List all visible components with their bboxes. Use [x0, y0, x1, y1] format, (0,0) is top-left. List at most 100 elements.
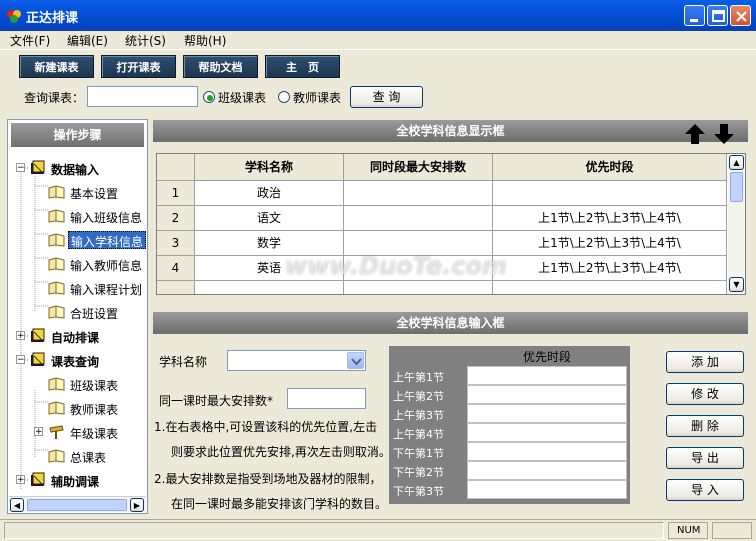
table-row-partial: [157, 281, 727, 294]
period-row[interactable]: 下午第2节: [389, 461, 630, 480]
tree-group-assist-adjust[interactable]: + 辅助调课: [8, 469, 147, 491]
tree-group-label: 数据输入: [51, 163, 100, 177]
open-book-icon: [48, 305, 65, 319]
period-cell[interactable]: [467, 442, 627, 461]
tree-group-label: 课表查询: [51, 355, 100, 369]
cell-preferred[interactable]: 上1节\上2节\上3节\上4节\: [493, 231, 727, 256]
note-line: 1.在右表格中,可设置该科的优先位置,左击: [154, 420, 378, 434]
row-number: 4: [157, 256, 195, 281]
tree-item-merge-class[interactable]: 合班设置: [8, 301, 147, 323]
add-button[interactable]: 添 加: [666, 351, 744, 373]
period-cell[interactable]: [467, 404, 627, 423]
period-row[interactable]: 上午第2节: [389, 385, 630, 404]
tree-item-subject-info[interactable]: 输入学科信息: [8, 229, 147, 251]
open-book-icon: [48, 233, 65, 247]
cell-max[interactable]: [344, 206, 493, 231]
period-row[interactable]: 上午第1节: [389, 366, 630, 385]
query-button[interactable]: 查 询: [350, 86, 423, 108]
pen-icon: [49, 425, 64, 439]
subject-name-select[interactable]: [227, 350, 366, 371]
row-number: 1: [157, 181, 195, 206]
sidebar-horizontal-scrollbar[interactable]: ◀ ▶: [9, 496, 146, 512]
tree-item-label: 输入教师信息: [70, 259, 143, 273]
move-down-icon[interactable]: [712, 123, 736, 145]
tree-item-label: 总课表: [70, 451, 107, 465]
collapse-icon[interactable]: −: [16, 355, 25, 365]
cell-preferred[interactable]: [493, 181, 727, 206]
close-button[interactable]: [730, 5, 751, 26]
cell-max[interactable]: [344, 181, 493, 206]
period-cell[interactable]: [467, 423, 627, 442]
scroll-right-icon[interactable]: ▶: [130, 498, 144, 512]
cell-preferred[interactable]: 上1节\上2节\上3节\上4节\: [493, 206, 727, 231]
tree-group-auto-schedule[interactable]: + 自动排课: [8, 325, 147, 347]
tree-item-label: 班级课表: [70, 379, 119, 393]
import-button[interactable]: 导 入: [666, 479, 744, 501]
scroll-thumb[interactable]: [27, 499, 127, 511]
expand-icon[interactable]: +: [34, 427, 43, 437]
scroll-up-icon[interactable]: ▲: [729, 155, 744, 170]
help-docs-button[interactable]: 帮助文档: [183, 55, 258, 78]
open-timetable-button[interactable]: 打开课表: [101, 55, 176, 78]
max-count-input[interactable]: [287, 388, 366, 409]
period-row[interactable]: 下午第1节: [389, 442, 630, 461]
scroll-thumb[interactable]: [730, 172, 743, 202]
period-cell[interactable]: [467, 461, 627, 480]
book-icon: [31, 160, 45, 174]
period-label: 上午第1节: [393, 371, 444, 384]
minimize-button[interactable]: [684, 5, 705, 26]
search-input[interactable]: [87, 86, 198, 107]
tree-item-grade-timetable[interactable]: + 年级课表: [8, 421, 147, 443]
delete-button[interactable]: 删 除: [666, 415, 744, 437]
menu-bar: 文件(F) 编辑(E) 统计(S) 帮助(H): [0, 31, 756, 49]
edit-button[interactable]: 修 改: [666, 383, 744, 405]
tree-item-label: 输入班级信息: [70, 211, 143, 225]
open-book-icon: [48, 185, 65, 199]
scroll-left-icon[interactable]: ◀: [10, 498, 24, 512]
new-timetable-button[interactable]: 新建课表: [19, 55, 94, 78]
period-row[interactable]: 下午第3节: [389, 480, 630, 499]
cell-subject[interactable]: 语文: [195, 206, 344, 231]
tree-item-teacher-info[interactable]: 输入教师信息: [8, 253, 147, 275]
expand-icon[interactable]: +: [16, 475, 25, 485]
menu-help[interactable]: 帮助(H): [184, 32, 226, 49]
home-button[interactable]: 主 页: [265, 55, 340, 78]
table-row[interactable]: 1 政治: [157, 181, 727, 206]
cell-preferred[interactable]: 上1节\上2节\上3节\上4节\: [493, 256, 727, 281]
tree-item-teacher-timetable[interactable]: 教师课表: [8, 397, 147, 419]
period-row[interactable]: 上午第3节: [389, 404, 630, 423]
expand-icon[interactable]: +: [16, 331, 25, 341]
menu-file[interactable]: 文件(F): [10, 32, 50, 49]
menu-edit[interactable]: 编辑(E): [67, 32, 108, 49]
chevron-down-icon[interactable]: [347, 352, 364, 369]
period-label: 上午第4节: [393, 428, 444, 441]
move-up-icon[interactable]: [683, 123, 707, 145]
menu-statistics[interactable]: 统计(S): [125, 32, 166, 49]
tree-group-data-input[interactable]: − 数据输入: [8, 157, 147, 179]
period-cell[interactable]: [467, 385, 627, 404]
radio-class-timetable[interactable]: [203, 91, 215, 103]
period-cell[interactable]: [467, 480, 627, 499]
tree-item-course-plan[interactable]: 输入课程计划: [8, 277, 147, 299]
radio-teacher-timetable[interactable]: [278, 91, 290, 103]
period-cell[interactable]: [467, 366, 627, 385]
window-title: 正达排课: [26, 11, 79, 26]
scroll-down-icon[interactable]: ▼: [729, 277, 744, 292]
cell-subject[interactable]: 政治: [195, 181, 344, 206]
tree-item-basic-settings[interactable]: 基本设置: [8, 181, 147, 203]
status-bar: NUM: [0, 519, 756, 541]
subject-name-label: 学科名称: [159, 355, 208, 369]
grid-vertical-scrollbar[interactable]: ▲ ▼: [728, 154, 745, 294]
tree-item-master-timetable[interactable]: 总课表: [8, 445, 147, 467]
maximize-button[interactable]: [707, 5, 728, 26]
table-row[interactable]: 2 语文 上1节\上2节\上3节\上4节\: [157, 206, 727, 231]
tree-item-class-info[interactable]: 输入班级信息: [8, 205, 147, 227]
tree-item-label: 基本设置: [70, 187, 119, 201]
period-row[interactable]: 上午第4节: [389, 423, 630, 442]
export-button[interactable]: 导 出: [666, 447, 744, 469]
tree-group-timetable-query[interactable]: − 课表查询: [8, 349, 147, 371]
tree-item-class-timetable[interactable]: 班级课表: [8, 373, 147, 395]
collapse-icon[interactable]: −: [16, 163, 25, 173]
preferred-period-header: 优先时段: [522, 350, 571, 364]
steps-header: 操作步骤: [11, 123, 144, 147]
